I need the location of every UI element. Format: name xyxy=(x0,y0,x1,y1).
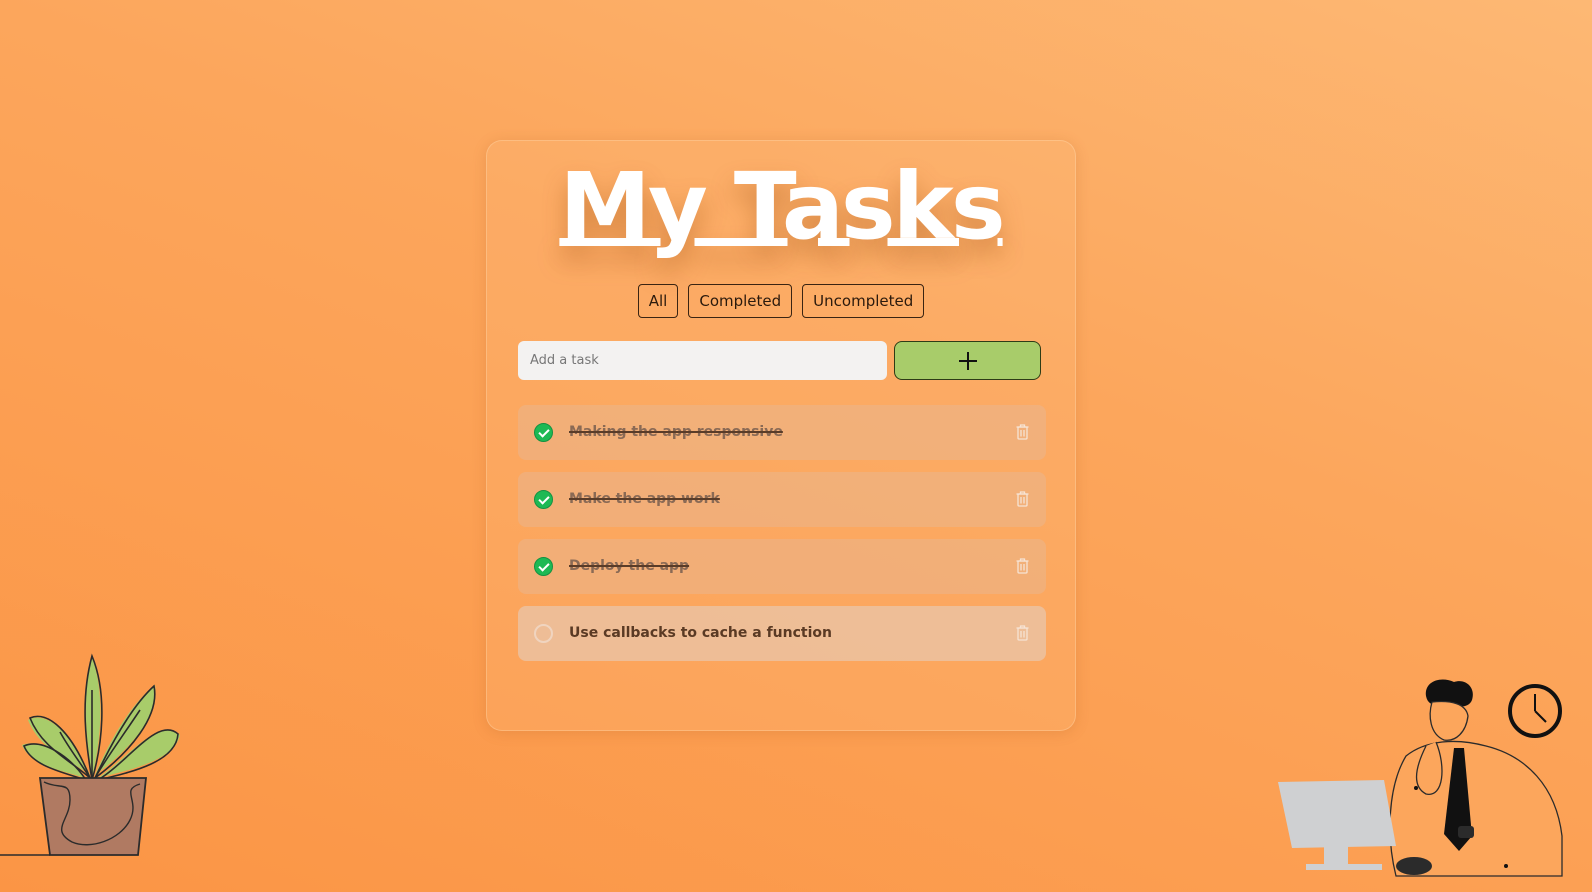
filter-all-button[interactable]: All xyxy=(637,284,679,318)
add-task-input[interactable] xyxy=(518,341,887,380)
filter-bar: All Completed Uncompleted xyxy=(487,284,1075,318)
filter-completed-button[interactable]: Completed xyxy=(688,284,793,318)
task-text: Make the app work xyxy=(569,491,720,507)
task-text: Making the app responsive xyxy=(569,424,783,440)
page-title: My Tasks xyxy=(559,153,1005,260)
person-at-desk-illustration xyxy=(1278,679,1563,877)
trash-icon[interactable] xyxy=(1016,491,1029,507)
plant-illustration xyxy=(0,653,180,856)
clock-icon xyxy=(1508,684,1562,738)
unchecked-circle-icon[interactable] xyxy=(534,624,553,643)
trash-icon[interactable] xyxy=(1016,558,1029,574)
add-task-button[interactable] xyxy=(894,341,1041,380)
filter-uncompleted-button[interactable]: Uncompleted xyxy=(802,284,925,318)
trash-icon[interactable] xyxy=(1016,424,1029,440)
check-icon[interactable] xyxy=(534,490,553,509)
trash-icon[interactable] xyxy=(1016,625,1029,641)
task-item: Making the app responsive xyxy=(518,405,1046,460)
add-task-row xyxy=(518,341,1041,381)
todo-card: My Tasks All Completed Uncompleted Makin… xyxy=(486,140,1076,731)
task-item: Deploy the app xyxy=(518,539,1046,594)
task-list: Making the app responsive Make the app w… xyxy=(518,405,1046,673)
check-icon[interactable] xyxy=(534,557,553,576)
task-text: Use callbacks to cache a function xyxy=(569,625,832,641)
task-item: Use callbacks to cache a function xyxy=(518,606,1046,661)
check-icon[interactable] xyxy=(534,423,553,442)
task-text: Deploy the app xyxy=(569,558,690,574)
task-item: Make the app work xyxy=(518,472,1046,527)
plus-icon xyxy=(958,351,977,370)
